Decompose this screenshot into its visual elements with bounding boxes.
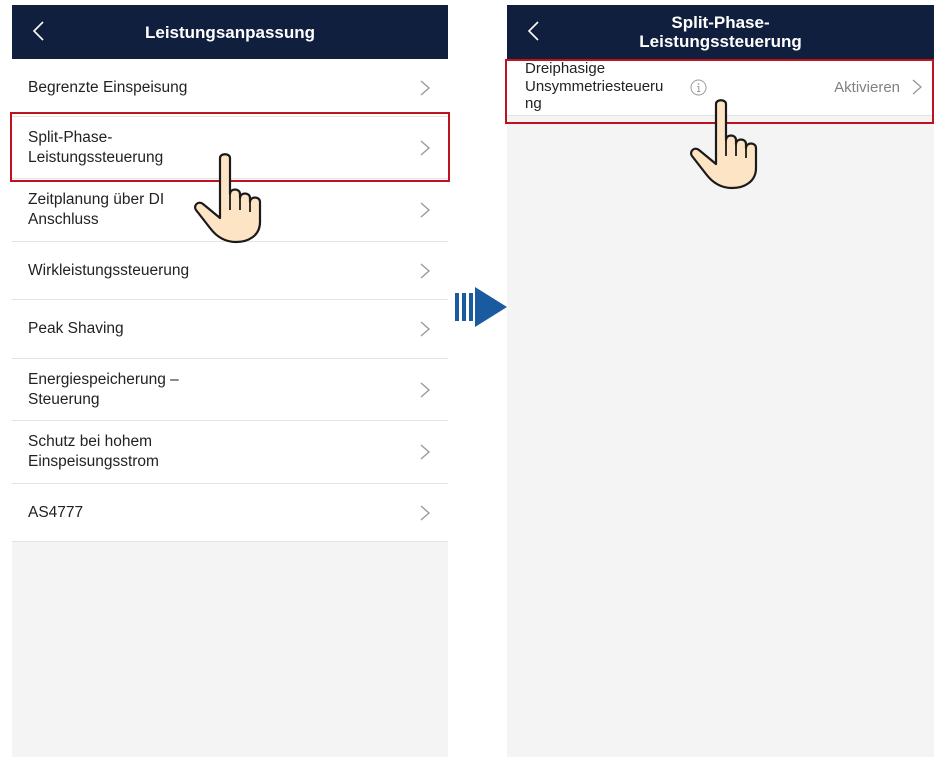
page-title: Split-Phase- Leistungssteuerung bbox=[639, 13, 802, 51]
chevron-right-icon bbox=[420, 504, 430, 521]
nav-bar: Leistungsanpassung bbox=[12, 5, 448, 59]
item-label: Energiespeicherung – Steuerung bbox=[28, 370, 179, 408]
item-label: Begrenzte Einspeisung bbox=[28, 78, 188, 96]
left-screen: Leistungsanpassung Begrenzte Einspeisung… bbox=[12, 5, 448, 757]
pointing-hand-icon bbox=[194, 153, 262, 244]
chevron-right-icon bbox=[420, 79, 430, 96]
list-item-schutz[interactable]: Schutz bei hohem Einspeisungsstrom bbox=[12, 421, 448, 484]
list-item-as4777[interactable]: AS4777 bbox=[12, 484, 448, 542]
chevron-right-icon bbox=[420, 381, 430, 398]
item-label: Wirkleistungssteuerung bbox=[28, 261, 190, 279]
list-item-begrenzte-einspeisung[interactable]: Begrenzte Einspeisung bbox=[12, 59, 448, 117]
list-item-energiespeicherung[interactable]: Energiespeicherung – Steuerung bbox=[12, 359, 448, 421]
page-title: Leistungsanpassung bbox=[144, 22, 316, 42]
back-chevron-icon[interactable] bbox=[28, 19, 52, 43]
item-label: Peak Shaving bbox=[28, 320, 124, 337]
chevron-right-icon bbox=[420, 444, 430, 460]
chevron-right-icon bbox=[420, 139, 430, 156]
item-label: Schutz bei hohem Einspeisungsstrom bbox=[28, 433, 159, 470]
nav-bar: Split-Phase- Leistungssteuerung bbox=[507, 5, 934, 59]
list-item-wirkleistung[interactable]: Wirkleistungssteuerung bbox=[12, 242, 448, 300]
chevron-right-icon bbox=[912, 79, 922, 95]
info-icon[interactable] bbox=[690, 79, 707, 96]
pointing-hand-icon bbox=[690, 99, 758, 190]
chevron-right-icon bbox=[420, 262, 430, 279]
back-chevron-icon[interactable] bbox=[523, 19, 547, 43]
status-value: Aktivieren bbox=[834, 79, 900, 96]
item-label: Dreiphasige Unsymmetriesteueru ng bbox=[525, 60, 664, 112]
chevron-right-icon bbox=[420, 321, 430, 337]
chevron-right-icon bbox=[420, 202, 430, 218]
item-label: AS4777 bbox=[28, 503, 84, 521]
arrow-right-icon bbox=[455, 287, 507, 327]
list-item-peak-shaving[interactable]: Peak Shaving bbox=[12, 300, 448, 359]
settings-list: Begrenzte Einspeisung Split-Phase- Leist… bbox=[12, 59, 448, 542]
